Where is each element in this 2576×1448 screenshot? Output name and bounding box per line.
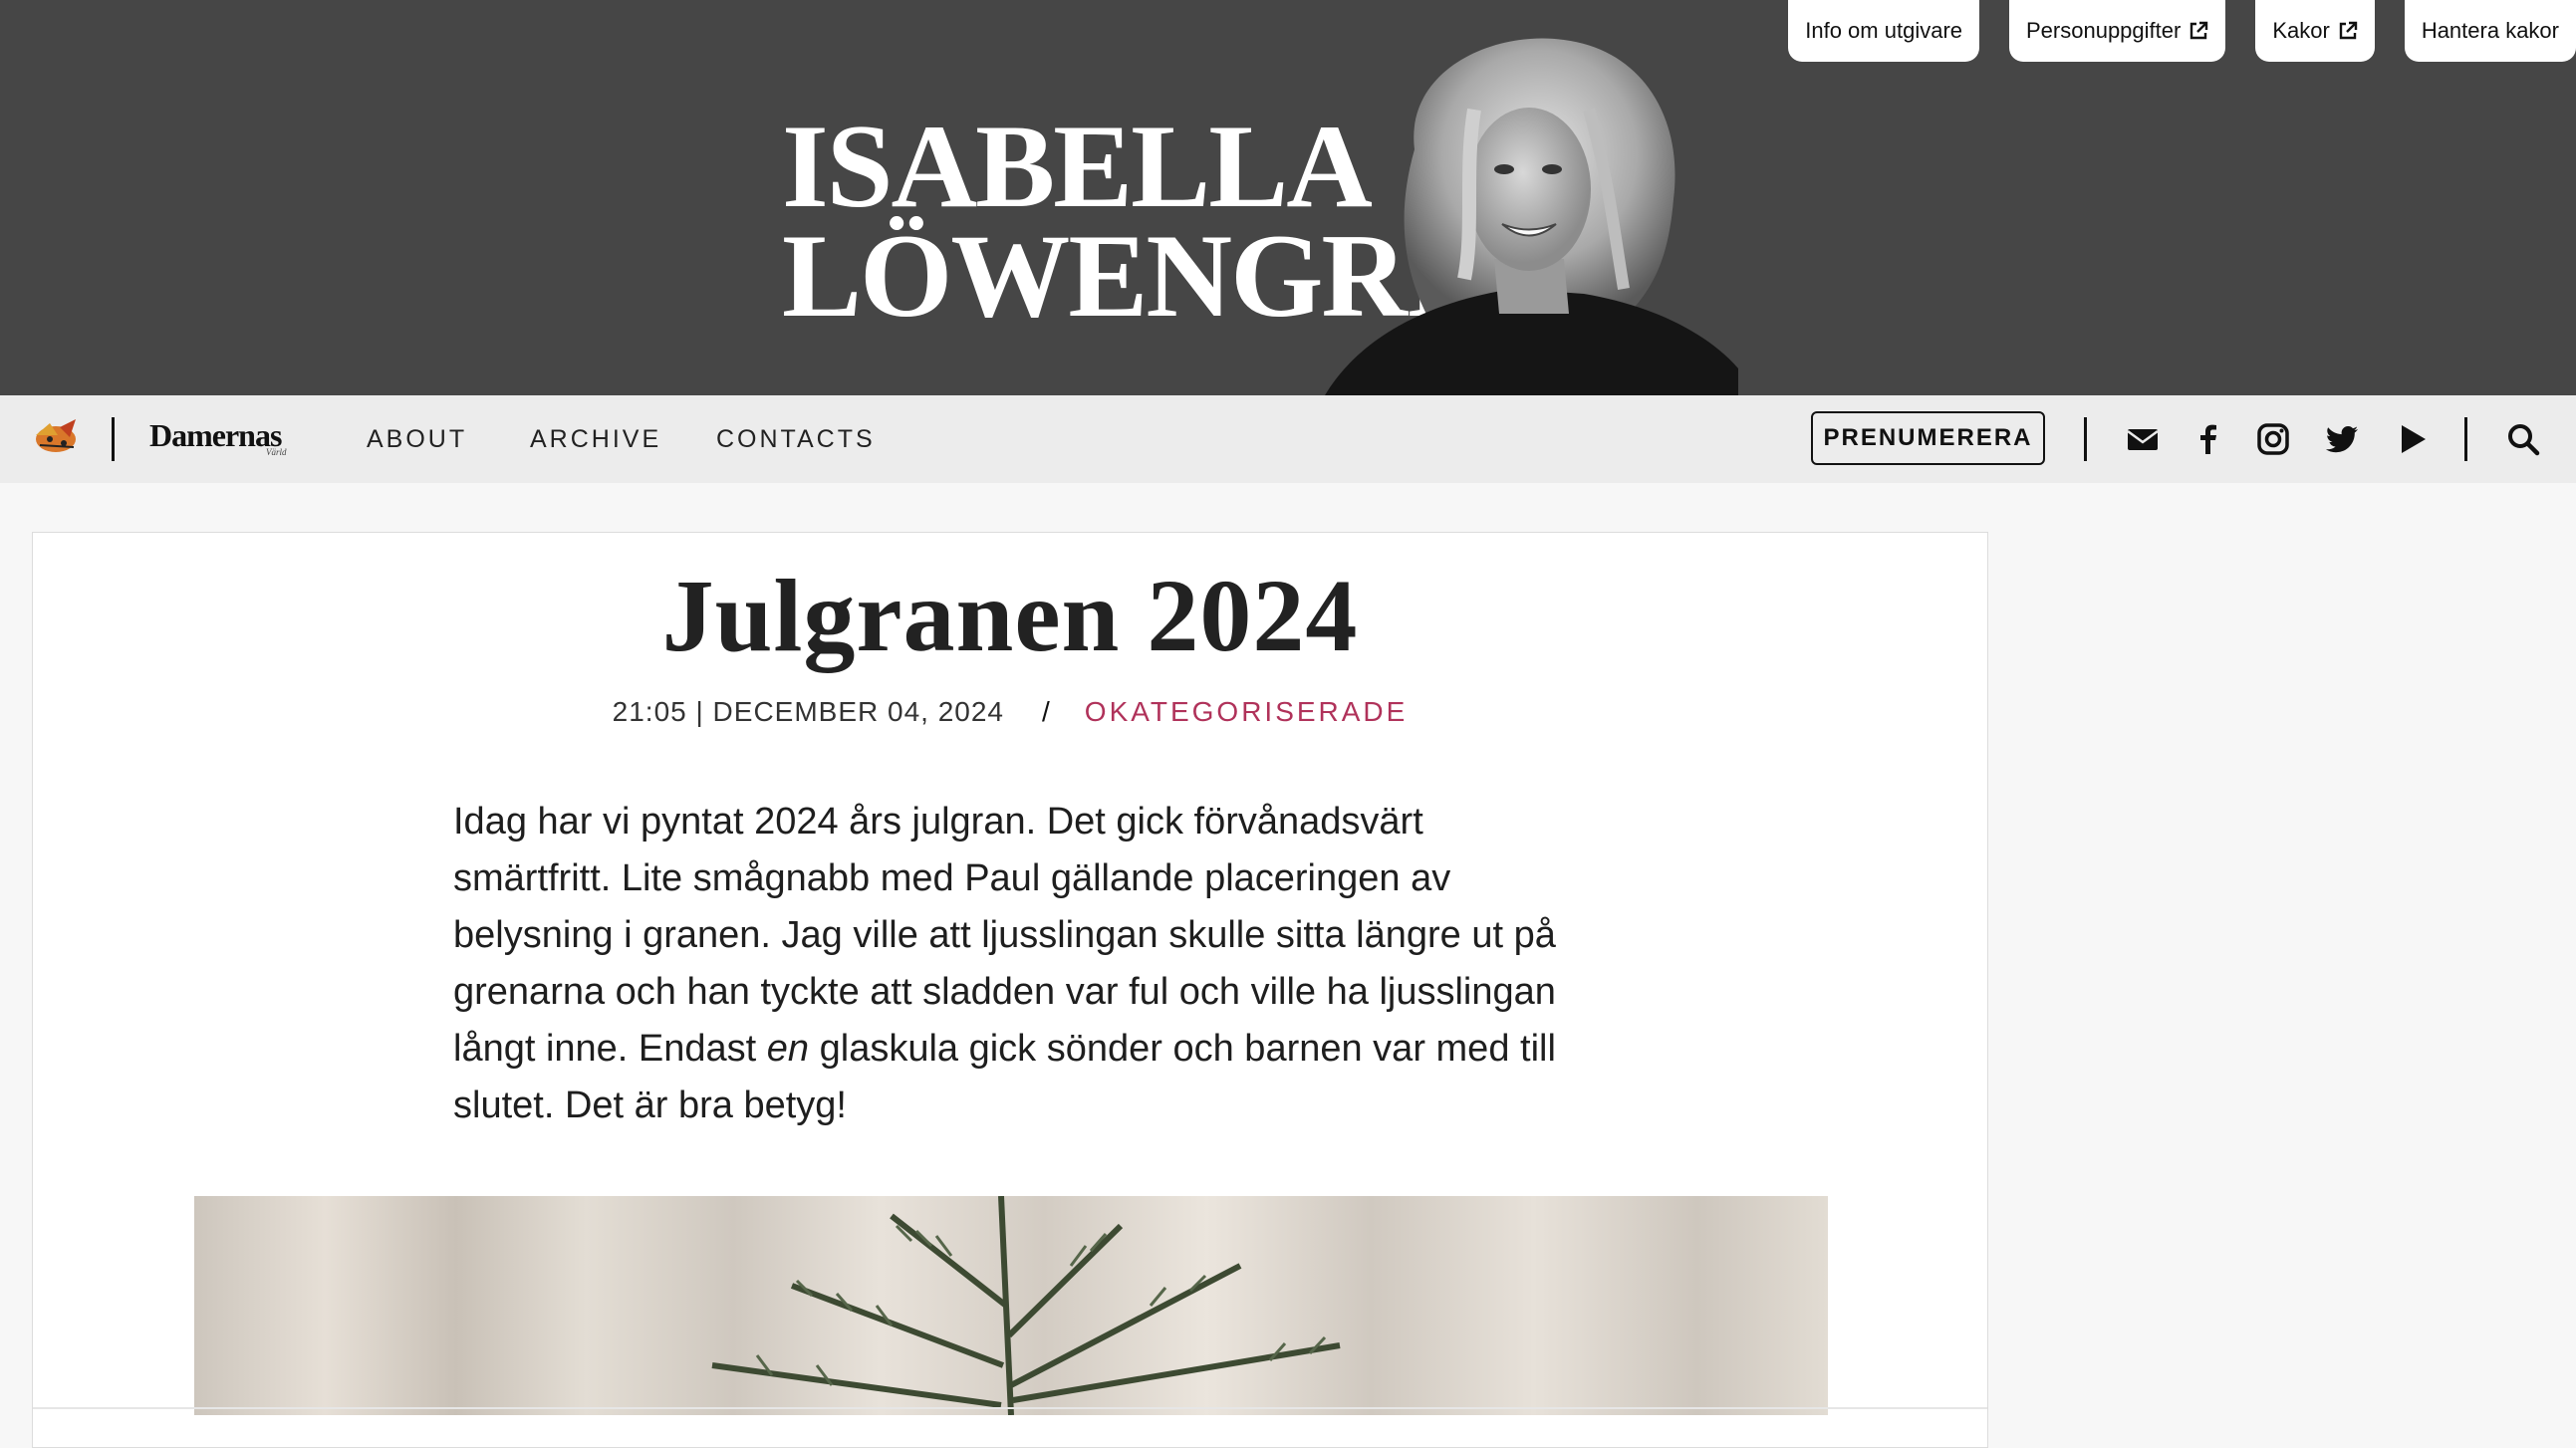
card-divider <box>33 1407 1987 1409</box>
external-link-icon <box>2339 21 2358 40</box>
twitter-icon[interactable] <box>2325 421 2361 457</box>
envelope-icon[interactable] <box>2125 421 2161 457</box>
nav-divider <box>2084 417 2087 461</box>
search-icon[interactable] <box>2505 421 2541 457</box>
kakor-link[interactable]: Kakor <box>2255 0 2375 62</box>
post-category-link[interactable]: OKATEGORISERADE <box>1085 696 1409 727</box>
christmas-tree-photo <box>194 1196 1828 1415</box>
nav-divider <box>2464 417 2467 461</box>
bird-logo-icon[interactable] <box>30 417 82 459</box>
post-datetime: 21:05 | DECEMBER 04, 2024 <box>612 696 1005 727</box>
damernas-logo[interactable]: Damernas <box>149 417 282 454</box>
nav-divider <box>112 417 115 461</box>
external-link-icon <box>2190 21 2208 40</box>
personuppgifter-link[interactable]: Personuppgifter <box>2009 0 2226 62</box>
instagram-icon[interactable] <box>2255 421 2291 457</box>
main-nav: Damernas Värld ABOUT ARCHIVE CONTACTS PR… <box>0 395 2576 483</box>
site-header: ISABELLA LÖWENGRIP Info om utgivare Pers… <box>0 0 2576 395</box>
nav-about[interactable]: ABOUT <box>367 425 467 454</box>
youtube-play-icon[interactable] <box>2395 421 2431 457</box>
meta-separator: / <box>1042 696 1051 727</box>
subscribe-button[interactable]: PRENUMERERA <box>1811 411 2045 465</box>
info-utgivare-link[interactable]: Info om utgivare <box>1788 0 1979 62</box>
damernas-logo-sub: Värld <box>266 447 287 457</box>
emphasis: en <box>766 1028 810 1070</box>
facebook-icon[interactable] <box>2190 421 2226 457</box>
post-meta: 21:05 | DECEMBER 04, 2024 / OKATEGORISERAD… <box>33 696 1987 728</box>
post-card: Julgranen 2024 21:05 | DECEMBER 04, 2024… <box>32 532 1988 1448</box>
portrait-image <box>1325 38 1738 395</box>
hantera-kakor-link[interactable]: Hantera kakor <box>2404 0 2576 62</box>
post-title[interactable]: Julgranen 2024 <box>33 557 1987 675</box>
nav-archive[interactable]: ARCHIVE <box>530 425 661 454</box>
post-body: Idag har vi pyntat 2024 års julgran. Det… <box>453 801 1556 1126</box>
nav-contacts[interactable]: CONTACTS <box>716 425 876 454</box>
top-links: Info om utgivare Personuppgifter Kakor H… <box>1788 0 2576 62</box>
